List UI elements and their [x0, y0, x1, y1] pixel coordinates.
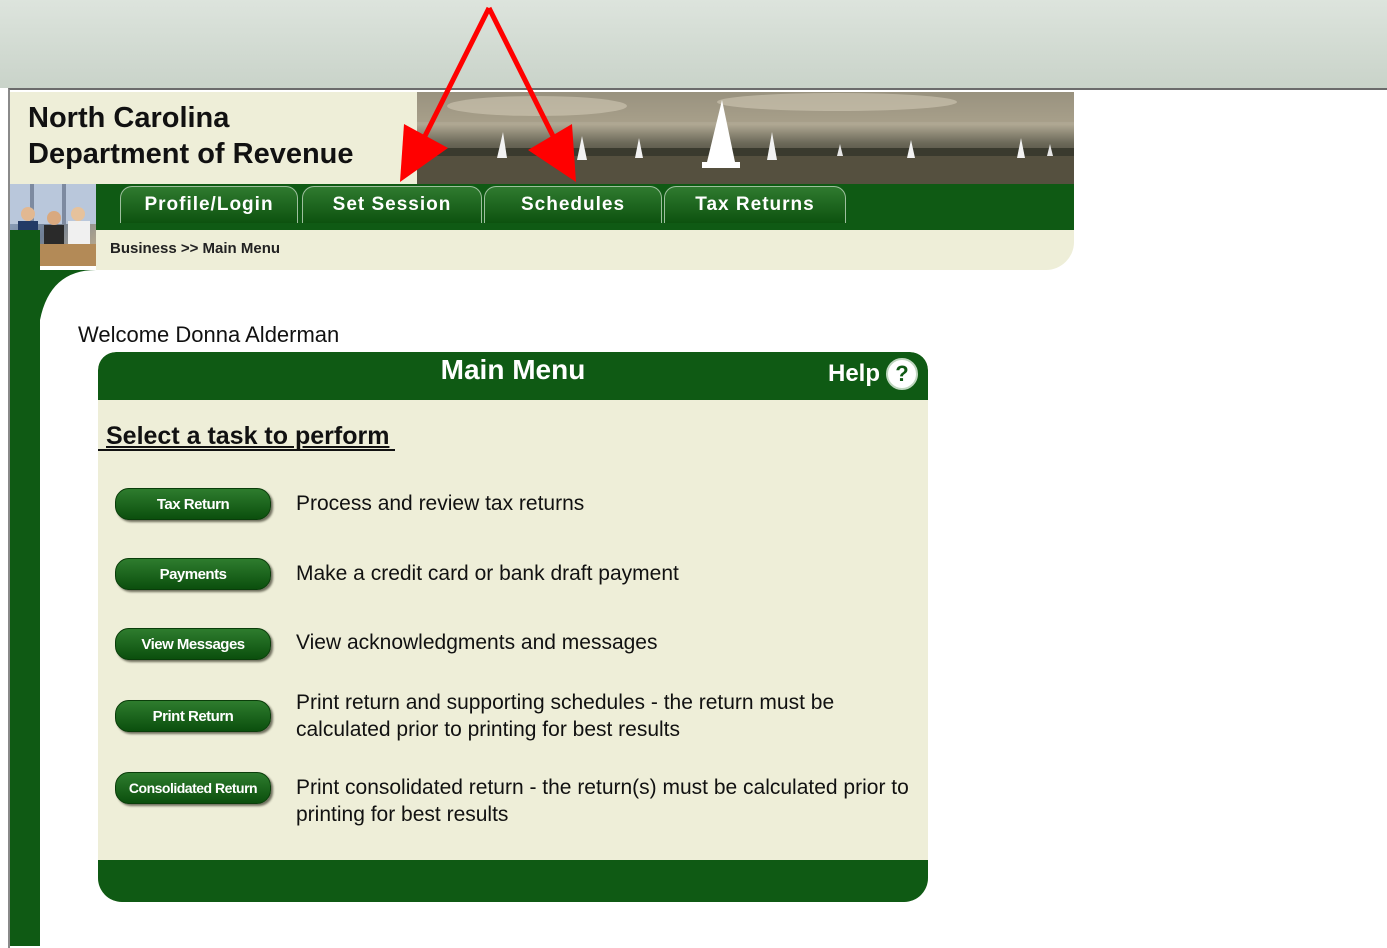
breadcrumb-bar: Business >> Main Menu	[96, 230, 1074, 270]
print-return-description: Print return and supporting schedules - …	[296, 691, 835, 741]
task-heading-underline	[98, 449, 395, 451]
help-label: Help	[828, 360, 881, 387]
site-title-line-2: Department of Revenue	[28, 138, 354, 170]
tab-profile-login[interactable]: Profile/Login	[120, 186, 298, 223]
tab-tax-returns[interactable]: Tax Returns	[664, 186, 846, 223]
main-menu-panel: Main Menu Help ? Select a task to perfor…	[98, 352, 928, 902]
tab-schedules[interactable]: Schedules	[484, 186, 662, 223]
tab-set-session[interactable]: Set Session	[302, 186, 482, 223]
consolidated-return-description: Print consolidated return - the return(s…	[296, 776, 909, 826]
sailboat-banner-image	[417, 92, 1074, 184]
left-green-rail	[10, 266, 40, 946]
consolidated-return-button[interactable]: Consolidated Return	[115, 772, 271, 804]
print-return-button[interactable]: Print Return	[115, 700, 271, 732]
site-header: North Carolina Department of Revenue	[10, 92, 417, 184]
help-circle-icon[interactable]: ?	[886, 358, 919, 390]
help-link[interactable]: Help ?	[828, 358, 919, 390]
payments-description: Make a credit card or bank draft payment	[296, 562, 679, 585]
payments-button[interactable]: Payments	[115, 558, 271, 590]
slide-top-band	[0, 0, 1387, 88]
breadcrumb: Business >> Main Menu	[110, 240, 281, 257]
view-messages-description: View acknowledgments and messages	[296, 631, 658, 654]
view-messages-button[interactable]: View Messages	[115, 628, 271, 660]
welcome-message: Welcome Donna Alderman	[78, 322, 340, 347]
panel-title: Main Menu	[440, 354, 586, 385]
panel-header: Main Menu Help ?	[98, 352, 928, 400]
tax-return-description: Process and review tax returns	[296, 492, 585, 515]
panel-footer	[98, 860, 928, 902]
task-heading: Select a task to perform	[106, 422, 390, 450]
site-title-line-1: North Carolina	[28, 102, 230, 134]
tax-return-button[interactable]: Tax Return	[115, 488, 271, 520]
